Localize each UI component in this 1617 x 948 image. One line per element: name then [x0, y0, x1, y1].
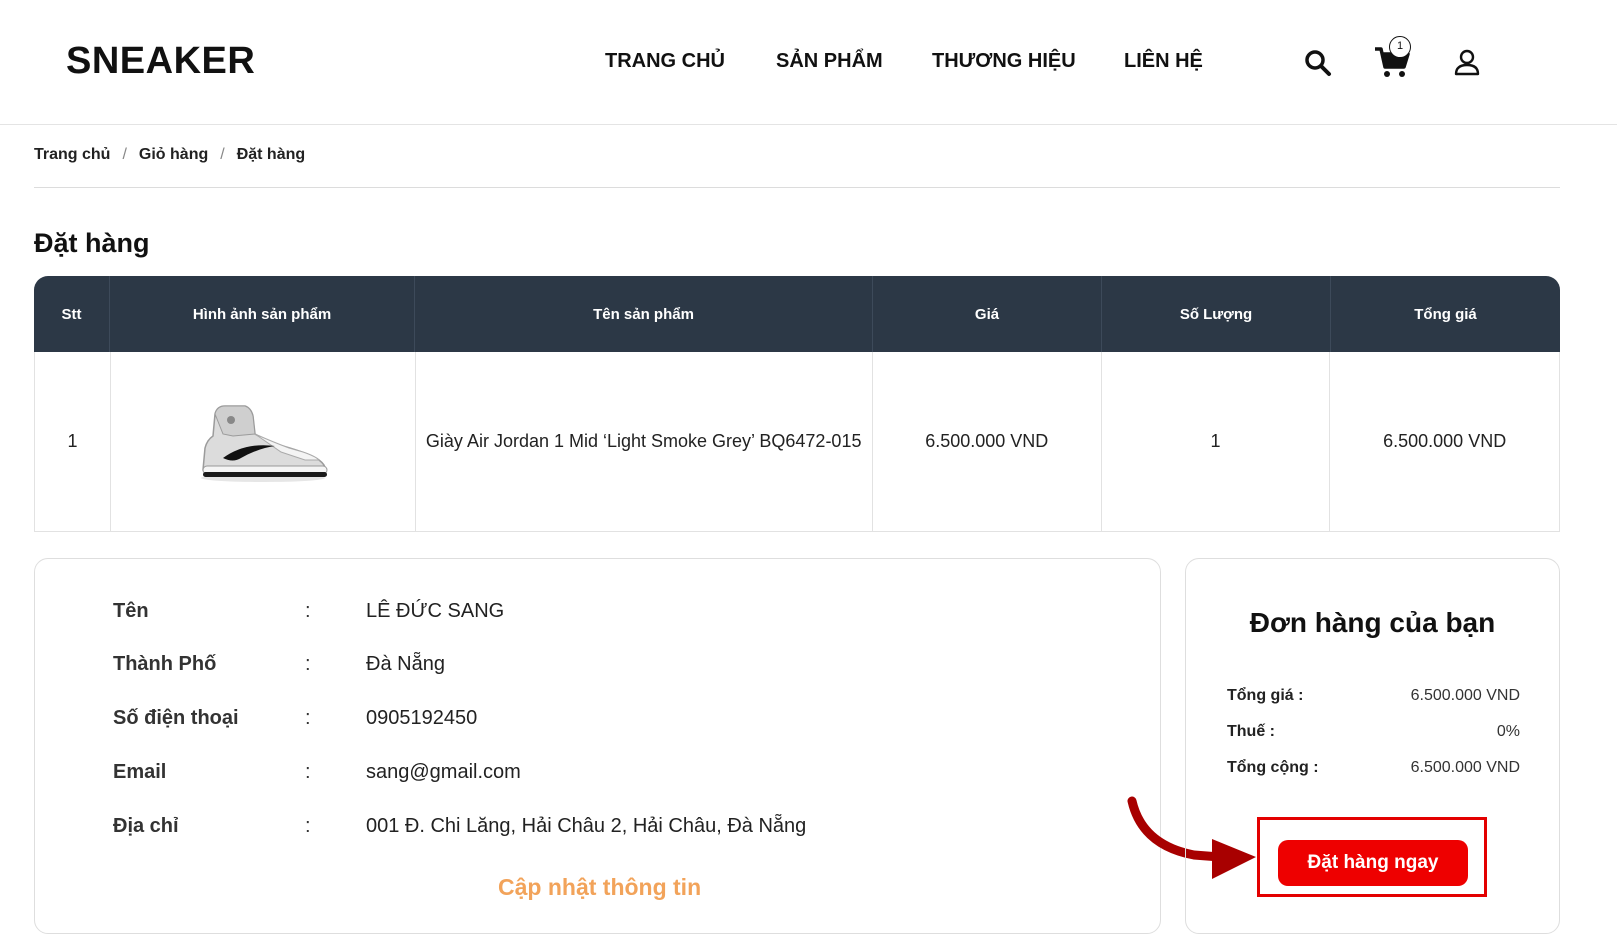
page-title: Đặt hàng — [34, 228, 150, 258]
info-label: Tên — [113, 600, 149, 622]
search-icon[interactable] — [1304, 49, 1332, 82]
cell-product-name[interactable]: Giày Air Jordan 1 Mid ‘Light Smoke Grey’… — [416, 352, 873, 531]
info-colon: : — [305, 815, 311, 837]
user-icon[interactable] — [1454, 48, 1480, 81]
breadcrumb: Trang chủ / Giỏ hàng / Đặt hàng — [34, 146, 305, 164]
table-header: Stt Hình ảnh sản phẩm Tên sản phẩm Giá S… — [34, 276, 1560, 352]
col-header-price: Giá — [873, 276, 1102, 352]
info-value: sang@gmail.com — [366, 761, 521, 783]
col-header-image: Hình ảnh sản phẩm — [110, 276, 415, 352]
breadcrumb-separator: / — [220, 146, 225, 163]
summary-value: 6.500.000 VND — [1410, 687, 1520, 704]
nav-item-home[interactable]: TRANG CHỦ — [605, 50, 725, 73]
info-colon: : — [305, 653, 311, 675]
order-table: Stt Hình ảnh sản phẩm Tên sản phẩm Giá S… — [34, 276, 1560, 532]
cell-image — [111, 352, 416, 531]
sneaker-image — [200, 404, 328, 482]
cell-price: 6.500.000 VND — [873, 352, 1102, 531]
summary-label: Tổng cộng : — [1227, 759, 1319, 776]
breadcrumb-separator: / — [122, 146, 127, 163]
table-row: 1 Giày Air Jordan 1 Mid ‘Light Smoke Gre… — [34, 352, 1560, 532]
info-colon: : — [305, 600, 311, 622]
info-value: 001 Đ. Chi Lăng, Hải Châu 2, Hải Châu, Đ… — [366, 815, 807, 837]
info-label: Địa chỉ — [113, 815, 179, 837]
order-button-highlight: Đặt hàng ngay — [1257, 817, 1487, 897]
site-header: SNEAKER TRANG CHỦ SẢN PHẨM THƯƠNG HIỆU L… — [0, 0, 1617, 125]
info-colon: : — [305, 761, 311, 783]
col-header-qty: Số Lượng — [1102, 276, 1331, 352]
col-header-total: Tổng giá — [1414, 305, 1477, 323]
nav-item-products[interactable]: SẢN PHẨM — [776, 50, 883, 73]
info-value: Đà Nẵng — [366, 653, 445, 675]
summary-label: Tổng giá : — [1227, 687, 1304, 704]
breadcrumb-divider — [34, 187, 1560, 188]
nav-item-contact[interactable]: LIÊN HỆ — [1124, 50, 1203, 73]
summary-value: 6.500.000 VND — [1410, 759, 1520, 776]
place-order-button[interactable]: Đặt hàng ngay — [1278, 840, 1468, 886]
breadcrumb-current: Đặt hàng — [236, 146, 306, 163]
cart-count-badge: 1 — [1389, 36, 1411, 58]
update-info-link[interactable]: Cập nhật thông tin — [498, 874, 701, 901]
info-value: LÊ ĐỨC SANG — [366, 600, 505, 622]
info-label: Số điện thoại — [113, 707, 239, 729]
cell-stt: 1 — [35, 352, 111, 531]
info-value: 0905192450 — [366, 707, 478, 729]
cell-total: 6.500.000 VND — [1383, 431, 1507, 451]
nav-item-brands[interactable]: THƯƠNG HIỆU — [932, 50, 1076, 73]
summary-title: Đơn hàng của bạn — [1249, 607, 1496, 638]
col-header-stt: Stt — [34, 276, 110, 352]
summary-value: 0% — [1496, 723, 1520, 740]
col-header-name: Tên sản phẩm — [415, 276, 873, 352]
customer-info-card: Tên : LÊ ĐỨC SANG Thành Phố : Đà Nẵng Số… — [34, 558, 1161, 934]
cell-quantity: 1 — [1102, 352, 1331, 531]
info-colon: : — [305, 707, 311, 729]
site-logo[interactable]: SNEAKER — [66, 40, 255, 83]
info-label: Thành Phố — [113, 653, 217, 675]
order-summary-card: Đơn hàng của bạn Tổng giá : 6.500.000 VN… — [1185, 558, 1560, 934]
info-label: Email — [113, 761, 167, 783]
breadcrumb-home[interactable]: Trang chủ — [34, 146, 110, 163]
breadcrumb-cart[interactable]: Giỏ hàng — [139, 146, 208, 163]
summary-label: Thuế : — [1227, 723, 1275, 740]
